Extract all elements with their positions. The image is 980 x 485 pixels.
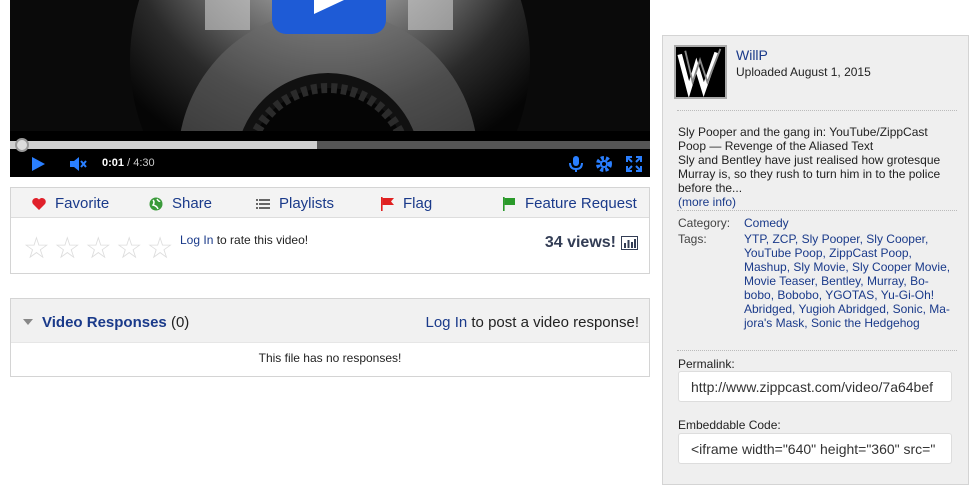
upload-date: Uploaded August 1, 2015 bbox=[736, 65, 871, 79]
permalink-field[interactable]: http://www.zippcast.com/video/7a64bef bbox=[678, 371, 952, 402]
rate-message: Log In to rate this video! bbox=[180, 233, 308, 247]
video-info-sidebar: WillP Uploaded August 1, 2015 Sly Pooper… bbox=[662, 35, 969, 485]
mute-icon[interactable] bbox=[68, 154, 88, 174]
view-count-text: 34 views! bbox=[544, 234, 616, 251]
star-icon[interactable]: ☆ bbox=[85, 234, 112, 264]
responses-login-link[interactable]: Log In bbox=[426, 314, 468, 331]
divider bbox=[677, 350, 957, 351]
no-responses-message: This file has no responses! bbox=[258, 351, 402, 365]
tags-links[interactable]: YTP, ZCP, Sly Pooper, Sly Cooper, YouTub… bbox=[744, 232, 950, 330]
duration: 4:30 bbox=[133, 157, 155, 169]
time-display: 0:01 / 4:30 bbox=[102, 157, 155, 169]
uploader-name[interactable]: WillP bbox=[736, 47, 768, 63]
action-bar: Favorite Share Playlists Flag Feature Re… bbox=[11, 188, 649, 218]
responses-login-text: to post a video response! bbox=[467, 314, 639, 331]
globe-icon bbox=[149, 197, 163, 210]
flag-icon bbox=[381, 196, 394, 211]
responses-login: Log In to post a video response! bbox=[426, 314, 640, 331]
responses-header[interactable]: Video Responses (0) Log In to post a vid… bbox=[11, 299, 649, 343]
play-icon[interactable] bbox=[28, 154, 48, 174]
star-icon[interactable]: ☆ bbox=[147, 234, 174, 264]
video-actions-panel: Favorite Share Playlists Flag Feature Re… bbox=[10, 187, 650, 274]
description-title: Sly Pooper and the gang in: YouTube/Zipp… bbox=[678, 125, 928, 153]
flag-label: Flag bbox=[403, 195, 433, 212]
buffered-bar bbox=[10, 141, 318, 149]
rate-message-text: to rate this video! bbox=[213, 233, 309, 247]
favorite-button[interactable]: Favorite bbox=[31, 195, 109, 212]
star-rating[interactable]: ☆ ☆ ☆ ☆ ☆ bbox=[23, 234, 174, 264]
stats-icon[interactable] bbox=[621, 236, 638, 250]
flag-button[interactable]: Flag bbox=[379, 195, 432, 212]
responses-count: (0) bbox=[170, 314, 190, 331]
share-label: Share bbox=[172, 195, 213, 212]
gear-icon[interactable] bbox=[594, 154, 614, 174]
green-flag-icon bbox=[503, 196, 515, 211]
favorite-label: Favorite bbox=[55, 195, 110, 212]
heart-icon bbox=[32, 197, 46, 210]
control-bar: 0:01 / 4:30 bbox=[10, 151, 650, 177]
progress-bar[interactable] bbox=[10, 138, 650, 152]
avatar[interactable] bbox=[674, 45, 727, 99]
feature-request-button[interactable]: Feature Request bbox=[501, 195, 637, 212]
microphone-icon[interactable] bbox=[566, 154, 586, 174]
progress-handle[interactable] bbox=[15, 138, 29, 152]
tags-list[interactable]: YTP, ZCP, Sly Pooper, Sly Cooper, YouTub… bbox=[744, 232, 958, 330]
rate-login-link[interactable]: Log In bbox=[180, 233, 213, 247]
embed-label: Embeddable Code: bbox=[678, 418, 781, 432]
view-count: 34 views! bbox=[545, 234, 638, 252]
play-overlay-button[interactable] bbox=[272, 0, 386, 34]
permalink-label: Permalink: bbox=[678, 357, 735, 371]
feature-request-label: Feature Request bbox=[525, 195, 637, 212]
responses-title: Video Responses (0) bbox=[42, 314, 190, 331]
share-button[interactable]: Share bbox=[148, 195, 212, 212]
playlists-label: Playlists bbox=[279, 195, 335, 212]
video-responses-panel: Video Responses (0) Log In to post a vid… bbox=[10, 298, 650, 377]
playlists-button[interactable]: Playlists bbox=[255, 195, 334, 212]
category-label: Category: bbox=[678, 216, 731, 230]
embed-code-field[interactable]: <iframe width="640" height="360" src=" bbox=[678, 433, 952, 464]
fullscreen-icon[interactable] bbox=[624, 154, 644, 174]
star-icon[interactable]: ☆ bbox=[54, 234, 81, 264]
list-icon bbox=[256, 198, 270, 209]
divider bbox=[677, 110, 957, 111]
divider bbox=[677, 210, 957, 211]
tags-label: Tags: bbox=[678, 232, 707, 246]
star-icon[interactable]: ☆ bbox=[23, 234, 50, 264]
category-link[interactable]: Comedy bbox=[744, 216, 789, 230]
description-text: Sly and Bentley have just realised how g… bbox=[678, 153, 941, 195]
star-icon[interactable]: ☆ bbox=[116, 234, 143, 264]
caret-down-icon[interactable] bbox=[23, 319, 33, 325]
description: Sly Pooper and the gang in: YouTube/Zipp… bbox=[678, 125, 958, 209]
more-info-link[interactable]: (more info) bbox=[678, 195, 736, 209]
video-player[interactable]: 0:01 / 4:30 bbox=[10, 0, 650, 177]
current-time: 0:01 bbox=[102, 157, 125, 169]
